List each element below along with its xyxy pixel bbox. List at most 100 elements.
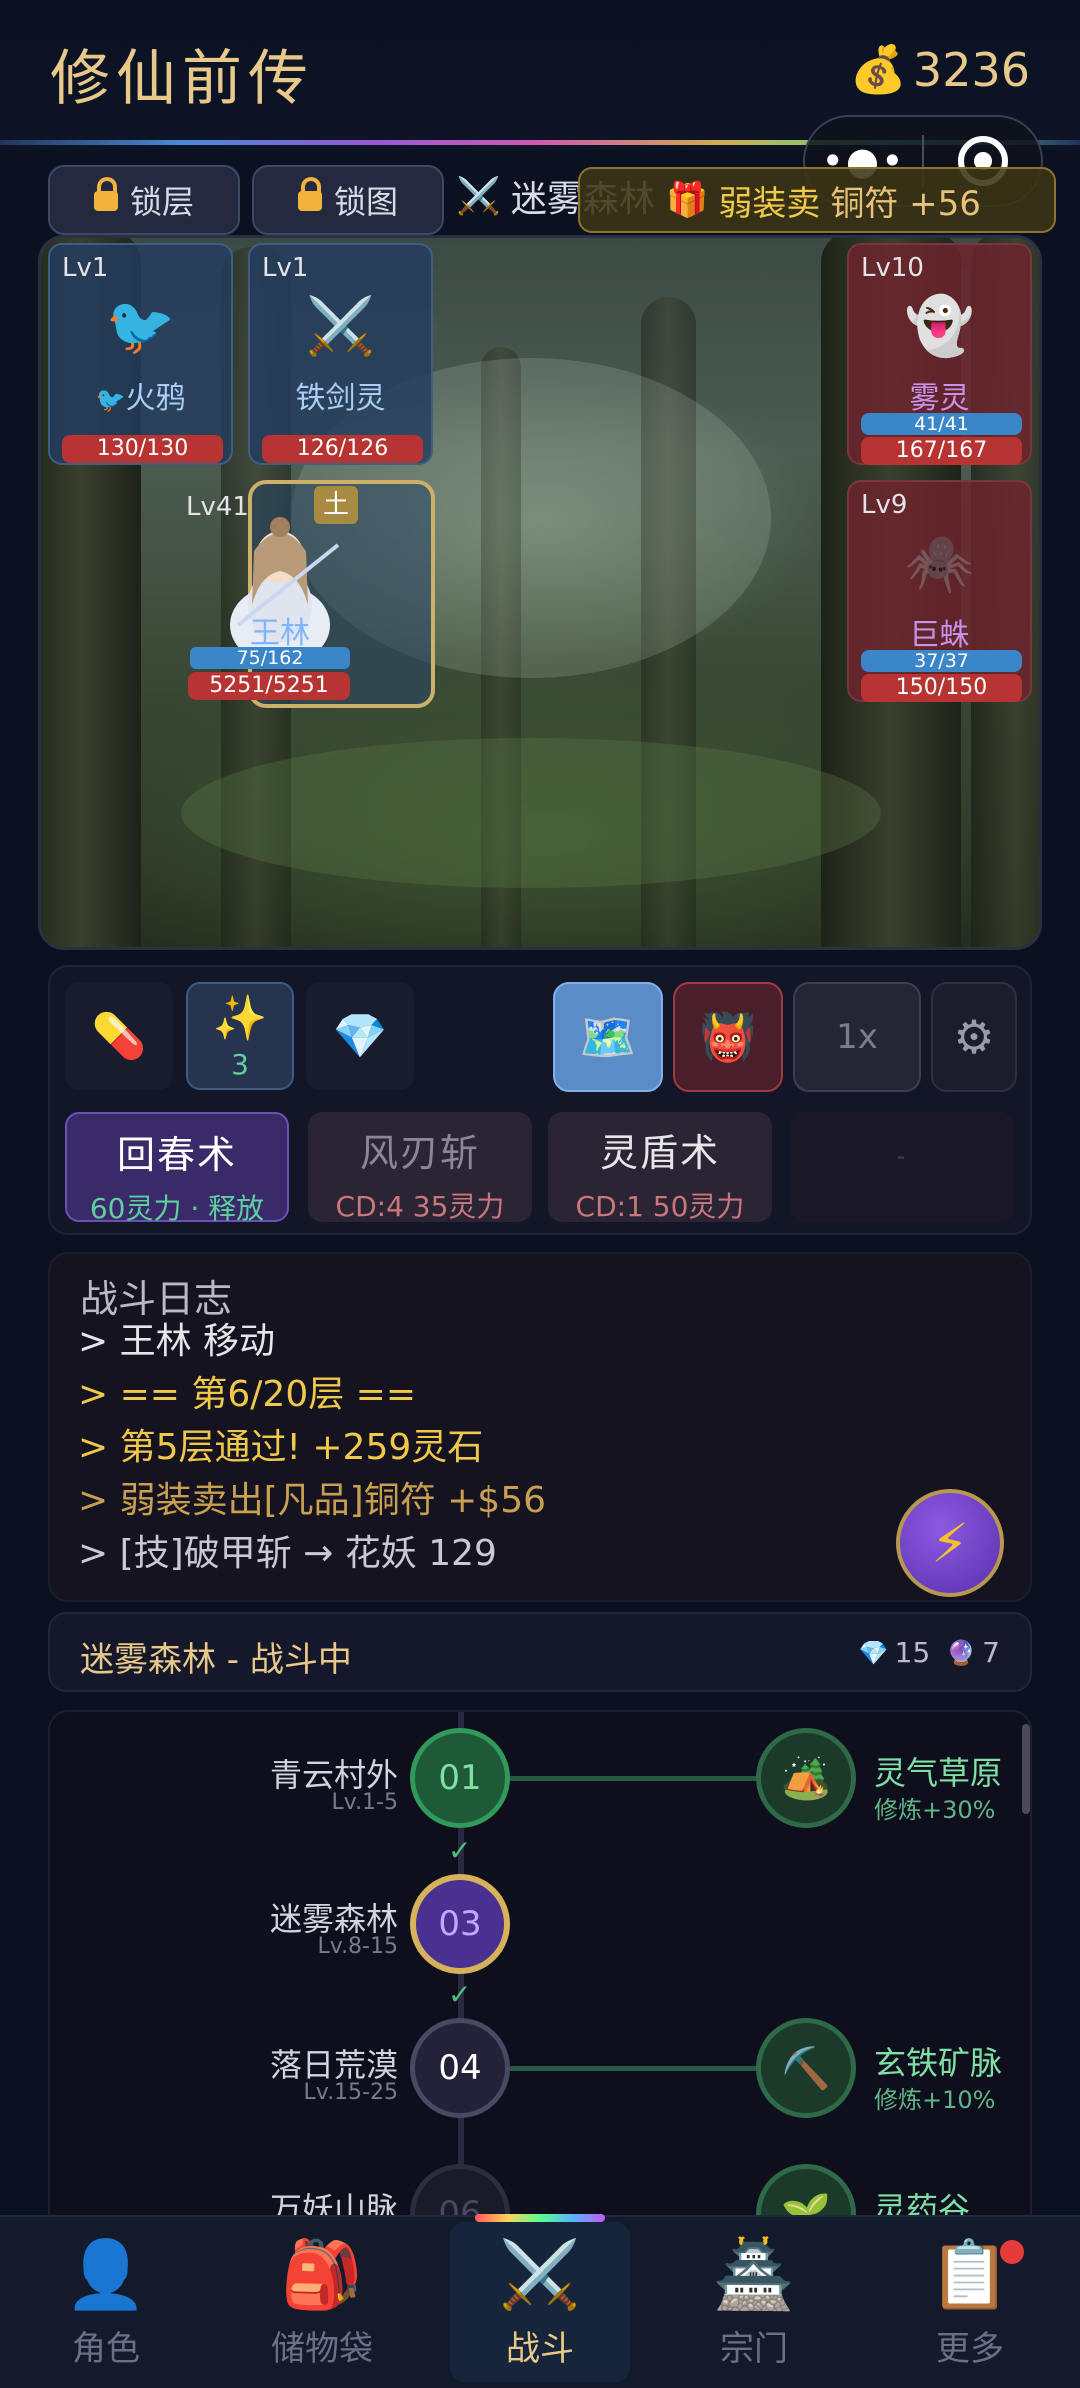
sale-toast-detail: 铜符 +56 (830, 183, 981, 224)
region-level-range: Lv.8-15 (317, 1934, 399, 1959)
tab-more[interactable]: 📋 更多 (880, 2222, 1060, 2382)
log-line: > 第5层通过! +259灵石 (78, 1427, 484, 1468)
mp-bar: 41/41 (861, 413, 1022, 435)
lock-map-button[interactable]: 锁图 (252, 165, 444, 235)
skill-name: 灵盾术 (599, 1131, 720, 1175)
spider-icon: 🕷️ (904, 531, 975, 596)
sparkles-icon: ✨ (212, 992, 268, 1044)
region-level-range: Lv.1-5 (331, 1790, 399, 1815)
map-button[interactable]: 🗺️ (553, 982, 663, 1092)
hero-name: 王林 (250, 616, 310, 651)
auto-battle-button[interactable]: ⚡ (896, 1489, 1004, 1597)
hero-mp-bar: 75/162 (190, 647, 350, 669)
pagoda-icon: 🏯 (712, 2235, 796, 2313)
demon-button[interactable]: 👹 (673, 982, 783, 1092)
unit-name: 巨蛛 (909, 618, 970, 653)
sale-toast-label: 弱装卖 (718, 183, 821, 224)
orb-count: 7 (982, 1636, 1000, 1669)
log-line: > 王林 移动 (78, 1321, 276, 1362)
orb-icon: 🔮 (946, 1638, 977, 1667)
region-node-06[interactable]: 06 (410, 2164, 510, 2215)
branch-name: 灵药谷 (874, 2190, 971, 2215)
branch-node-spirit-grassland[interactable]: 🏕️ (756, 1728, 856, 1828)
crossed-swords-icon: ⚔️ (456, 176, 501, 217)
gem-icon: 💎 (332, 1011, 388, 1062)
item-count: 3 (231, 1047, 249, 1081)
check-icon: ✓ (448, 1834, 472, 1867)
tab-character[interactable]: 👤 角色 (16, 2222, 196, 2382)
sale-toast: 🎁 弱装卖 铜符 +56 (578, 167, 1056, 233)
tab-label: 角色 (72, 2328, 140, 2369)
skill-info: CD:1 50灵力 (575, 1190, 745, 1223)
gem-icon: 💎 (858, 1638, 889, 1667)
gem-item-button[interactable]: 💎 (306, 982, 414, 1090)
notification-dot (1000, 2240, 1024, 2264)
log-line: > == 第6/20层 == (78, 1374, 416, 1415)
ally-unit-fire-crow[interactable]: Lv1 🐦 🐦火鸦 130/130 (48, 243, 233, 465)
status-text: 迷雾森林 - 战斗中 (80, 1640, 352, 1680)
tab-label: 更多 (936, 2328, 1004, 2369)
pill-item-button[interactable]: 💊 (65, 982, 173, 1090)
tab-label: 宗门 (720, 2328, 788, 2369)
backpack-icon: 🎒 (280, 2235, 364, 2313)
coin-value: 3236 (912, 42, 1030, 97)
lock-layer-button[interactable]: 锁层 (48, 165, 240, 235)
tab-storage-bag[interactable]: 🎒 储物袋 (232, 2222, 412, 2382)
tab-battle[interactable]: ⚔️ 战斗 (450, 2222, 630, 2382)
settings-button[interactable]: ⚙ (931, 982, 1017, 1092)
skill-info: 60灵力 · 释放 (89, 1192, 265, 1225)
person-icon: 👤 (64, 2235, 148, 2313)
hp-bar: 126/126 (262, 435, 423, 463)
unit-level: Lv1 (262, 253, 309, 283)
log-line: > 弱装卖出[凡品]铜符 +$56 (78, 1480, 547, 1521)
branch-bonus: 修炼+30% (874, 1796, 996, 1824)
red-bird-icon: 🐦 (105, 294, 176, 359)
region-node-01[interactable]: 01 (410, 1728, 510, 1828)
hp-bar: 167/167 (861, 437, 1022, 465)
unit-name: 铁剑灵 (295, 381, 386, 416)
gift-icon: 🎁 (666, 180, 709, 220)
mp-bar: 37/37 (861, 650, 1022, 672)
lock-icon (93, 177, 118, 213)
region-level-range: Lv.15-25 (303, 2080, 399, 2105)
sparkles-item-button[interactable]: ✨ 3 (186, 982, 294, 1090)
lock-map-label: 锁图 (333, 183, 398, 221)
demon-mask-icon: 👹 (699, 1009, 757, 1064)
battle-controls: 💊 ✨ 3 💎 🗺️ 👹 1x ⚙ 回春术 60灵力 · 释放 风刃斩 CD:4… (48, 965, 1032, 1235)
branch-node-herb-valley[interactable]: 🌱 (756, 2164, 856, 2215)
resource-counter: 💎 15 🔮 7 (859, 1636, 1000, 1669)
ally-unit-iron-sword-spirit[interactable]: Lv1 ⚔️ 铁剑灵 126/126 (248, 243, 433, 465)
coin-counter: 💰 3236 (850, 42, 1030, 97)
ghost-icon: 👻 (904, 294, 975, 359)
game-title: 修仙前传 (50, 44, 314, 114)
branch-link (508, 1776, 760, 1781)
unit-name: 🐦火鸦 (95, 381, 186, 416)
crossed-swords-icon: ⚔️ (305, 294, 376, 359)
hp-bar: 150/150 (861, 674, 1022, 702)
tab-sect[interactable]: 🏯 宗门 (664, 2222, 844, 2382)
skill-slot-empty: - (790, 1112, 1014, 1222)
unit-level: Lv10 (861, 253, 924, 283)
map-icon: 🗺️ (579, 1009, 637, 1064)
enemy-unit-mist-spirit[interactable]: Lv10 👻 雾灵 41/41 167/167 (847, 243, 1032, 465)
skill-spirit-shield[interactable]: 灵盾术 CD:1 50灵力 (548, 1112, 772, 1223)
region-node-04[interactable]: 04 (410, 2018, 510, 2118)
speed-button[interactable]: 1x (793, 982, 921, 1092)
hero-hp-bar: 5251/5251 (188, 672, 350, 700)
region-name: 万妖山脉 (269, 2190, 398, 2215)
active-tab-indicator (475, 2214, 605, 2222)
lock-icon (297, 177, 322, 213)
branch-link (508, 2066, 760, 2071)
enemy-unit-giant-spider[interactable]: Lv9 🕷️ 巨蛛 37/37 150/150 (847, 480, 1032, 702)
unit-name: 雾灵 (909, 381, 970, 416)
tab-label: 储物袋 (271, 2328, 373, 2369)
lock-layer-label: 锁层 (129, 183, 194, 221)
pill-icon: 💊 (91, 1011, 147, 1062)
lightning-icon: ⚡ (931, 1511, 969, 1575)
branch-node-iron-vein[interactable]: ⛏️ (756, 2018, 856, 2118)
skill-rejuvenation[interactable]: 回春术 60灵力 · 释放 (65, 1112, 289, 1225)
skill-wind-blade[interactable]: 风刃斩 CD:4 35灵力 (308, 1112, 532, 1223)
region-node-03[interactable]: 03 (410, 1874, 510, 1974)
unit-level: Lv1 (62, 253, 109, 283)
map-scrollbar[interactable] (1022, 1724, 1030, 1814)
